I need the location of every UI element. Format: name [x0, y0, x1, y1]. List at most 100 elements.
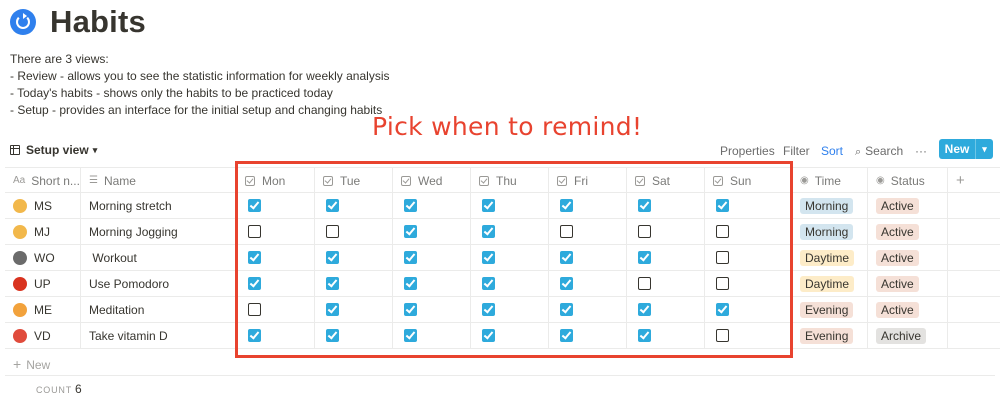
short-name-cell[interactable]: WO: [5, 245, 81, 270]
checkbox-checked[interactable]: [404, 277, 417, 290]
column-header-name[interactable]: ☰ Name: [81, 168, 237, 193]
checkbox-unchecked[interactable]: [248, 303, 261, 316]
table-row[interactable]: UP Use Pomodoro Daytime Active: [5, 271, 1000, 297]
short-name-cell[interactable]: VD: [5, 323, 81, 348]
time-cell[interactable]: Daytime: [792, 271, 868, 296]
column-header-wed[interactable]: Wed: [393, 168, 471, 193]
add-property-button[interactable]: +: [948, 168, 978, 193]
time-cell[interactable]: Evening: [792, 323, 868, 348]
checkbox-checked[interactable]: [638, 303, 651, 316]
time-cell[interactable]: Morning: [792, 219, 868, 244]
status-cell[interactable]: Active: [868, 271, 948, 296]
status-cell[interactable]: Archive: [868, 323, 948, 348]
short-name-cell[interactable]: UP: [5, 271, 81, 296]
column-header-fri[interactable]: Fri: [549, 168, 627, 193]
checkbox-checked[interactable]: [248, 329, 261, 342]
new-record-button[interactable]: New ▾: [939, 139, 993, 159]
checkbox-checked[interactable]: [404, 303, 417, 316]
checkbox-checked[interactable]: [482, 225, 495, 238]
checkbox-checked[interactable]: [404, 225, 417, 238]
table-row[interactable]: ME Meditation Evening Active: [5, 297, 1000, 323]
time-tag: Daytime: [800, 275, 855, 292]
short-name-cell[interactable]: MJ: [5, 219, 81, 244]
search-label: Search: [865, 144, 904, 158]
checkbox-checked[interactable]: [404, 199, 417, 212]
status-cell[interactable]: Active: [868, 245, 948, 270]
column-header-time[interactable]: ◉ Time: [792, 168, 868, 193]
filter-button[interactable]: Filter: [783, 144, 810, 158]
column-header-mon[interactable]: Mon: [237, 168, 315, 193]
checkbox-checked[interactable]: [560, 303, 573, 316]
habit-name-cell[interactable]: Morning Jogging: [81, 219, 237, 244]
habit-name-cell[interactable]: Morning stretch: [81, 193, 237, 218]
checkbox-checked[interactable]: [560, 251, 573, 264]
add-row-button[interactable]: + New: [13, 356, 50, 372]
short-name-cell[interactable]: ME: [5, 297, 81, 322]
checkbox-unchecked[interactable]: [560, 225, 573, 238]
sun-cell: [705, 297, 792, 322]
checkbox-checked[interactable]: [326, 199, 339, 212]
checkbox-unchecked[interactable]: [638, 225, 651, 238]
habit-name-cell[interactable]: Take vitamin D: [81, 323, 237, 348]
habit-name-cell[interactable]: Meditation: [81, 297, 237, 322]
column-header-short-name[interactable]: Aa Short n...: [5, 168, 81, 193]
checkbox-checked[interactable]: [326, 251, 339, 264]
column-header-sat[interactable]: Sat: [627, 168, 705, 193]
checkbox-checked[interactable]: [716, 199, 729, 212]
view-selector[interactable]: Setup view ▾: [10, 143, 97, 157]
circular-arrow-icon[interactable]: [10, 9, 36, 35]
column-header-tue[interactable]: Tue: [315, 168, 393, 193]
properties-button[interactable]: Properties: [720, 144, 775, 158]
table-row[interactable]: MJ Morning Jogging Morning Active: [5, 219, 1000, 245]
chevron-down-icon[interactable]: ▾: [976, 144, 993, 155]
checkbox-checked[interactable]: [482, 303, 495, 316]
checkbox-checked[interactable]: [248, 277, 261, 290]
checkbox-unchecked[interactable]: [716, 277, 729, 290]
column-header-sun[interactable]: Sun: [705, 168, 792, 193]
table-row[interactable]: VD Take vitamin D Evening Archive: [5, 323, 1000, 349]
table-row[interactable]: MS Morning stretch Morning Active: [5, 193, 1000, 219]
status-cell[interactable]: Active: [868, 297, 948, 322]
checkbox-checked[interactable]: [482, 329, 495, 342]
checkbox-checked[interactable]: [248, 199, 261, 212]
checkbox-checked[interactable]: [404, 329, 417, 342]
short-name-cell[interactable]: MS: [5, 193, 81, 218]
status-cell[interactable]: Active: [868, 219, 948, 244]
column-header-status[interactable]: ◉ Status: [868, 168, 948, 193]
checkbox-checked[interactable]: [560, 277, 573, 290]
checkbox-unchecked[interactable]: [248, 225, 261, 238]
checkbox-checked[interactable]: [560, 199, 573, 212]
short-name-text: VD: [34, 328, 51, 343]
checkbox-checked[interactable]: [404, 251, 417, 264]
more-options-button[interactable]: ···: [915, 144, 927, 158]
checkbox-unchecked[interactable]: [716, 251, 729, 264]
count-summary[interactable]: COUNT 6: [36, 382, 82, 396]
status-cell[interactable]: Active: [868, 193, 948, 218]
checkbox-checked[interactable]: [482, 251, 495, 264]
checkbox-checked[interactable]: [482, 277, 495, 290]
search-button[interactable]: ⌕ Search: [855, 144, 903, 159]
checkbox-checked[interactable]: [482, 199, 495, 212]
table-row[interactable]: WO Workout Daytime Active: [5, 245, 1000, 271]
page-title[interactable]: Habits: [50, 4, 146, 40]
checkbox-checked[interactable]: [326, 277, 339, 290]
time-cell[interactable]: Evening: [792, 297, 868, 322]
checkbox-checked[interactable]: [716, 303, 729, 316]
habit-name-cell[interactable]: Workout: [81, 245, 237, 270]
checkbox-checked[interactable]: [638, 329, 651, 342]
column-header-thu[interactable]: Thu: [471, 168, 549, 193]
checkbox-checked[interactable]: [638, 199, 651, 212]
checkbox-unchecked[interactable]: [326, 225, 339, 238]
checkbox-checked[interactable]: [560, 329, 573, 342]
checkbox-checked[interactable]: [326, 329, 339, 342]
checkbox-unchecked[interactable]: [638, 277, 651, 290]
checkbox-unchecked[interactable]: [716, 329, 729, 342]
sort-button[interactable]: Sort: [821, 144, 843, 158]
checkbox-checked[interactable]: [638, 251, 651, 264]
checkbox-checked[interactable]: [248, 251, 261, 264]
checkbox-checked[interactable]: [326, 303, 339, 316]
time-cell[interactable]: Daytime: [792, 245, 868, 270]
time-cell[interactable]: Morning: [792, 193, 868, 218]
habit-name-cell[interactable]: Use Pomodoro: [81, 271, 237, 296]
checkbox-unchecked[interactable]: [716, 225, 729, 238]
